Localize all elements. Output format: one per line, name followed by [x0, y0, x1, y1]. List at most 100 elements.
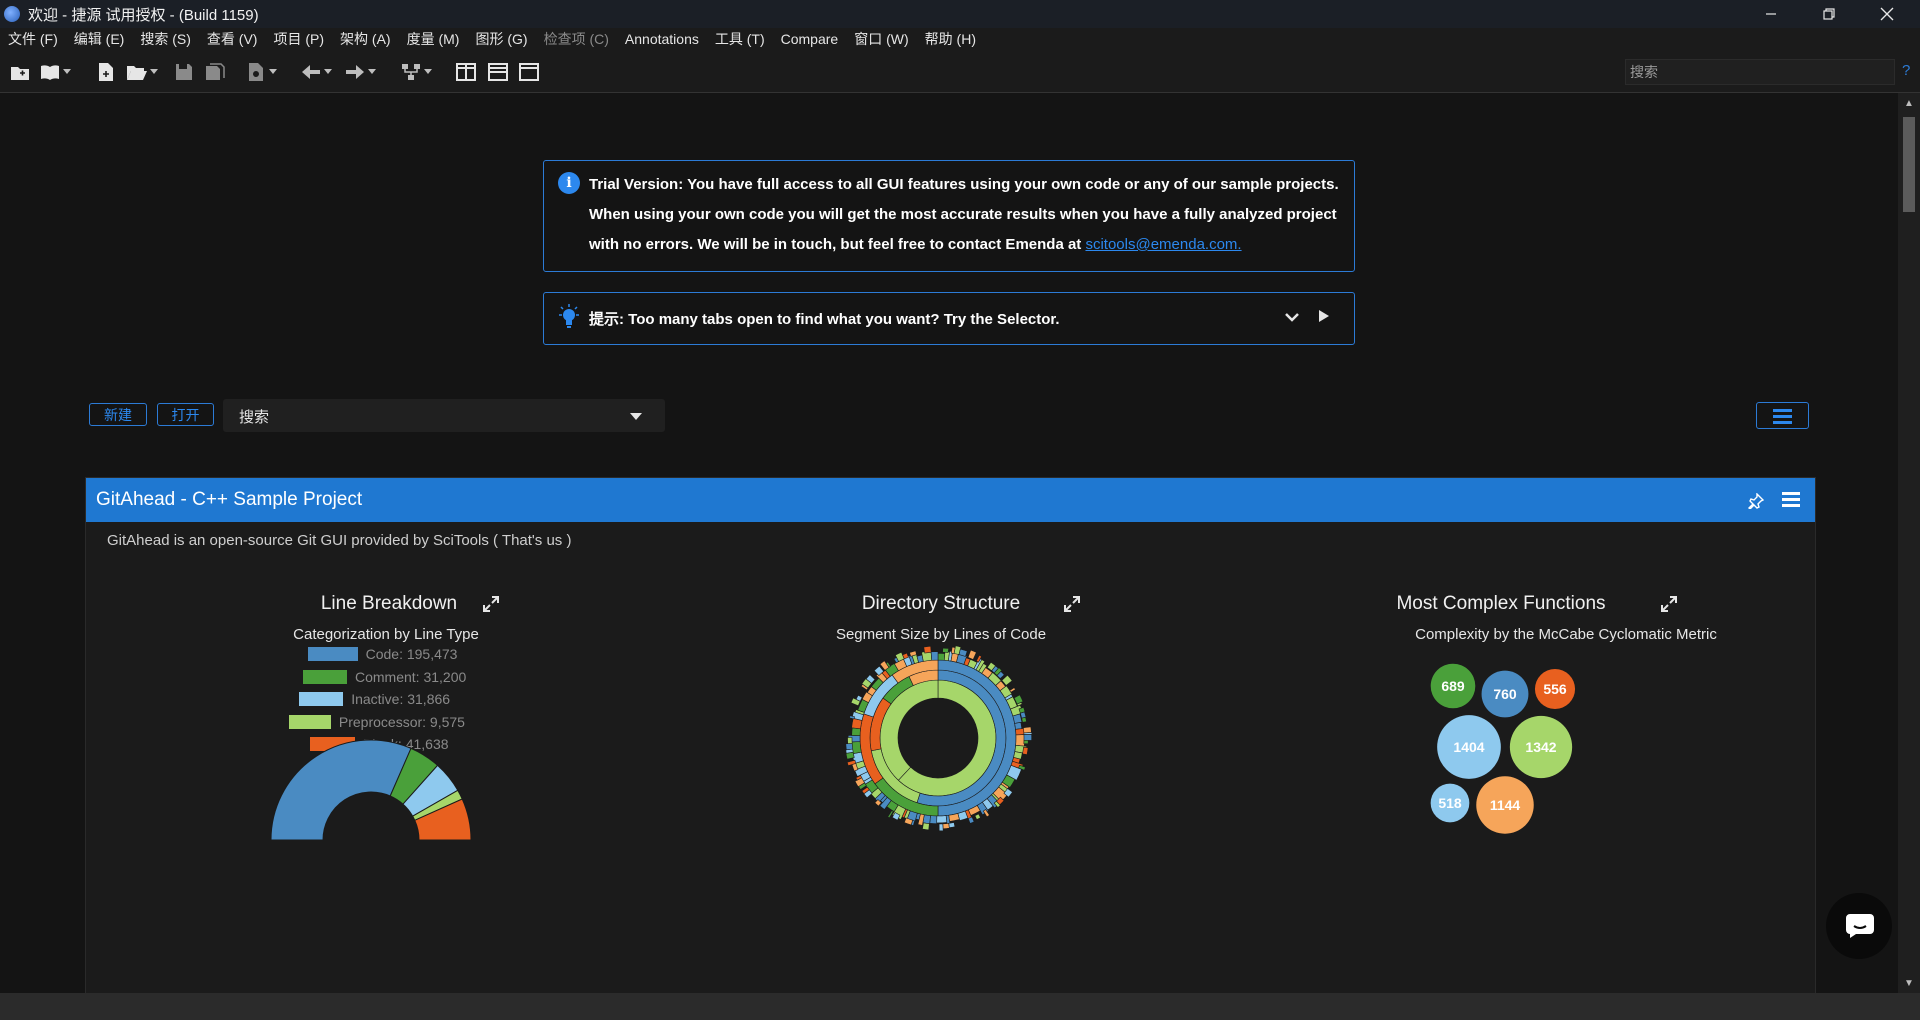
- directory-sunburst-chart[interactable]: [838, 638, 1038, 838]
- sunburst-segment[interactable]: [1023, 726, 1032, 734]
- menu-item[interactable]: 度量 (M): [399, 29, 468, 49]
- layout-menu-button[interactable]: [1756, 402, 1809, 429]
- chat-button[interactable]: [1826, 893, 1892, 959]
- complex-functions-chart[interactable]: 689 760 556 1404 1342 518 1144: [1411, 648, 1611, 838]
- new-file-icon: [99, 63, 113, 81]
- menu-item[interactable]: Annotations: [617, 31, 707, 47]
- trial-line-3-text: with no errors. We will be in touch, but…: [589, 236, 1086, 253]
- search-select-label: 搜索: [239, 409, 270, 426]
- project-title: GitAhead - C++ Sample Project: [96, 489, 363, 510]
- single-window-button[interactable]: [518, 61, 540, 83]
- sunburst-segment[interactable]: [1023, 739, 1029, 745]
- new-file-button[interactable]: [95, 61, 117, 83]
- menu-item[interactable]: 架构 (A): [332, 29, 399, 49]
- restore-button[interactable]: [1800, 0, 1858, 28]
- app-icon: [4, 6, 20, 22]
- line-breakdown-chart[interactable]: [271, 736, 481, 846]
- chat-icon: [1846, 914, 1874, 938]
- pin-icon[interactable]: [1748, 493, 1764, 509]
- sunburst-segment[interactable]: [1023, 733, 1032, 741]
- scrollbar-thumb[interactable]: [1903, 117, 1915, 212]
- contact-email-link[interactable]: scitools@emenda.com.: [1085, 236, 1241, 253]
- split-vertical-button[interactable]: [455, 61, 477, 83]
- split-horizontal-button[interactable]: [487, 61, 509, 83]
- save-button[interactable]: [173, 61, 195, 83]
- open-button[interactable]: 打开: [157, 403, 214, 426]
- trial-text: Trial Version: You have full access to a…: [589, 170, 1344, 260]
- menu-icon-bar-2: [1773, 415, 1792, 418]
- minimize-button[interactable]: [1742, 0, 1800, 28]
- menu-item[interactable]: 查看 (V): [199, 29, 266, 49]
- open-folder-icon: [127, 66, 147, 80]
- sunburst-segment[interactable]: [1009, 687, 1016, 693]
- donut-slice[interactable]: [271, 739, 412, 841]
- menu-item[interactable]: 窗口 (W): [846, 29, 916, 49]
- title-bar: 欢迎 - 捷源 试用授权 - (Build 1159): [0, 0, 1920, 28]
- sunburst-segment[interactable]: [922, 822, 930, 831]
- close-button[interactable]: [1858, 0, 1916, 28]
- sunburst-segment[interactable]: [930, 651, 939, 661]
- menu-item[interactable]: 项目 (P): [265, 29, 332, 49]
- menu-item[interactable]: 工具 (T): [707, 29, 773, 49]
- bubble-label: 1144: [1490, 797, 1521, 813]
- sunburst-segment[interactable]: [847, 737, 853, 744]
- chevron-down-icon[interactable]: [1284, 307, 1300, 327]
- sunburst-segment[interactable]: [938, 823, 944, 832]
- open-book-button[interactable]: [39, 61, 71, 83]
- sunburst-segment[interactable]: [845, 743, 854, 751]
- menu-item[interactable]: Compare: [773, 31, 847, 47]
- scroll-up-icon[interactable]: ▲: [1904, 98, 1914, 109]
- help-button[interactable]: ?: [1902, 62, 1910, 79]
- expand-icon[interactable]: [1063, 595, 1081, 613]
- graph-button[interactable]: [400, 61, 432, 83]
- save-all-button[interactable]: [204, 61, 226, 83]
- split-vertical-icon: [456, 63, 476, 81]
- sunburst-segment[interactable]: [942, 647, 949, 653]
- sunburst-segment[interactable]: [1012, 713, 1023, 724]
- legend-label: Code: 195,473: [365, 646, 458, 662]
- sunburst-segment[interactable]: [929, 815, 938, 824]
- scroll-down-icon[interactable]: ▼: [1904, 978, 1914, 989]
- project-header[interactable]: GitAhead - C++ Sample Project: [86, 478, 1815, 522]
- menu-item[interactable]: 图形 (G): [467, 29, 535, 49]
- menu-bar: 文件 (F) 编辑 (E) 搜索 (S) 查看 (V) 项目 (P) 架构 (A) 度量 (…: [0, 28, 1920, 50]
- toolbar-search-input[interactable]: 搜索: [1625, 59, 1895, 85]
- card-menu-icon[interactable]: [1781, 490, 1801, 508]
- menu-item[interactable]: 搜索 (S): [132, 29, 199, 49]
- project-search-select[interactable]: 搜索: [223, 399, 665, 432]
- menu-item[interactable]: 帮助 (H): [917, 29, 984, 49]
- open-file-button[interactable]: [126, 61, 158, 83]
- next-tip-icon[interactable]: [1319, 310, 1329, 322]
- new-project-button[interactable]: [9, 61, 31, 83]
- sunburst-segment[interactable]: [1021, 716, 1027, 723]
- sunburst-segment[interactable]: [923, 645, 932, 654]
- sunburst-segment[interactable]: [942, 822, 950, 830]
- sunburst-segment[interactable]: [974, 813, 981, 820]
- sunburst-segment[interactable]: [948, 822, 956, 828]
- back-button[interactable]: [300, 61, 332, 83]
- trial-notice: i Trial Version: You have full access to…: [543, 160, 1355, 272]
- sunburst-segment[interactable]: [937, 653, 946, 661]
- legend-label: Comment: 31,200: [354, 668, 467, 685]
- line-breakdown-title: Line Breakdown: [320, 593, 458, 614]
- sunburst-segment[interactable]: [967, 816, 975, 824]
- menu-item[interactable]: 文件 (F): [0, 29, 66, 49]
- report-button[interactable]: [245, 61, 277, 83]
- legend-swatch: [299, 692, 344, 706]
- menu-item[interactable]: 检查项 (C): [536, 29, 617, 49]
- arrow-right-icon: [346, 65, 364, 79]
- expand-icon[interactable]: [482, 595, 500, 613]
- new-button[interactable]: 新建: [89, 403, 147, 426]
- sunburst-segment[interactable]: [851, 727, 861, 736]
- forward-button[interactable]: [344, 61, 376, 83]
- menu-item[interactable]: 编辑 (E): [66, 29, 133, 49]
- vertical-scrollbar[interactable]: [1898, 93, 1920, 993]
- bubble-label: 689: [1441, 678, 1465, 694]
- sunburst-segment[interactable]: [1015, 734, 1025, 747]
- sunburst-segment[interactable]: [967, 649, 977, 660]
- sunburst-segment[interactable]: [1014, 721, 1023, 730]
- expand-icon[interactable]: [1660, 595, 1678, 613]
- window-icon: [519, 63, 539, 81]
- sunburst-segment[interactable]: [936, 815, 948, 824]
- sunburst-segment[interactable]: [1022, 746, 1029, 756]
